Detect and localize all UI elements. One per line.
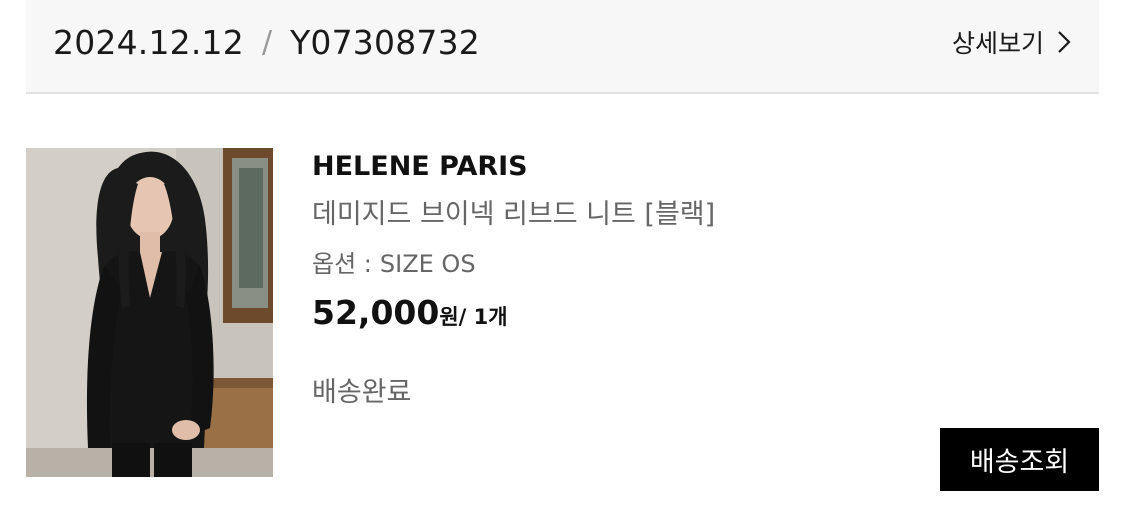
- product-info: HELENE PARIS 데미지드 브이넥 리브드 니트 [블랙] 옵션 : SI…: [312, 150, 872, 410]
- chevron-right-icon: [1058, 31, 1071, 53]
- price-unit: 원: [439, 305, 459, 329]
- option-label: 옵션 :: [312, 250, 372, 278]
- quantity: / 1개: [458, 305, 508, 329]
- view-details-label: 상세보기: [951, 29, 1044, 58]
- view-details-link[interactable]: 상세보기: [952, 24, 1072, 60]
- product-image[interactable]: [26, 148, 273, 477]
- price-amount: 52,000: [312, 293, 440, 332]
- order-separator: /: [261, 24, 273, 60]
- order-header: 2024.12.12 / Y07308732 상세보기: [26, 0, 1099, 94]
- brand-name[interactable]: HELENE PARIS: [312, 150, 872, 184]
- price-line: 52,000원/ 1개: [312, 294, 872, 338]
- product-photo: [26, 148, 273, 477]
- option-value: SIZE OS: [379, 250, 476, 278]
- delivery-status: 배송완료: [312, 377, 412, 408]
- order-number: Y07308732: [290, 22, 480, 62]
- track-delivery-button[interactable]: 배송조회: [940, 428, 1099, 491]
- product-option: 옵션 : SIZE OS: [312, 248, 872, 280]
- order-date: 2024.12.12: [53, 22, 244, 62]
- product-name[interactable]: 데미지드 브이넥 리브드 니트 [블랙]: [312, 198, 872, 232]
